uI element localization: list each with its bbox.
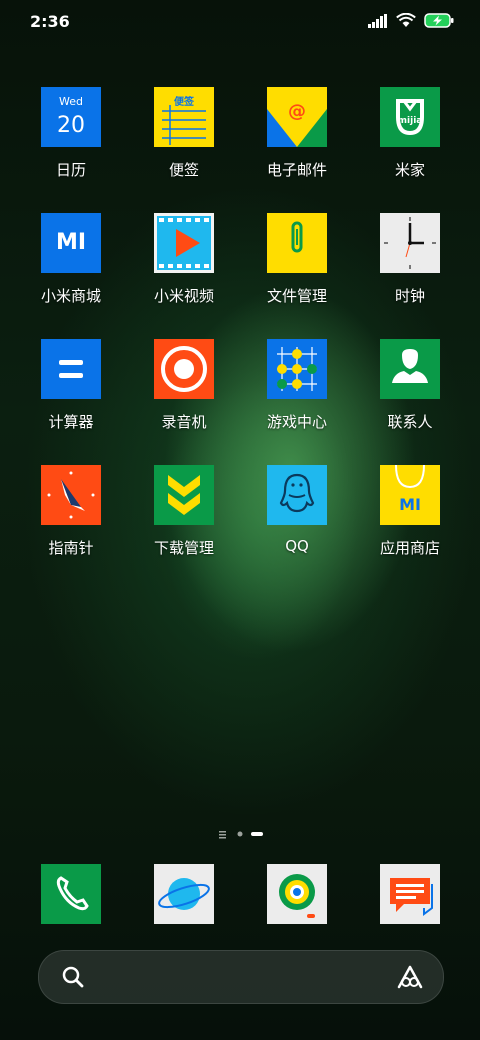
app-label: 日历 bbox=[55, 161, 86, 179]
mijia-tag: mijia bbox=[397, 116, 423, 126]
app-label: 小米商城 bbox=[40, 287, 101, 305]
app-label: 时钟 bbox=[394, 287, 425, 305]
battery-charging-icon bbox=[424, 13, 454, 28]
qq-icon bbox=[267, 465, 327, 525]
status-bar: 2:36 bbox=[0, 0, 480, 42]
contacts-icon bbox=[380, 339, 440, 399]
dock-messages[interactable] bbox=[360, 864, 460, 924]
app-label: 便签 bbox=[168, 161, 199, 179]
dock-camera[interactable] bbox=[247, 864, 347, 924]
calendar-day: Wed bbox=[59, 95, 83, 108]
search-bar[interactable] bbox=[38, 950, 444, 1004]
recorder-icon bbox=[154, 339, 214, 399]
download-icon bbox=[154, 465, 214, 525]
browser-icon bbox=[154, 864, 214, 924]
calendar-icon: Wed 20 bbox=[41, 87, 101, 147]
app-label: 录音机 bbox=[161, 413, 207, 431]
signal-icon bbox=[368, 13, 387, 28]
page-indicator[interactable] bbox=[0, 826, 480, 842]
phone-icon bbox=[41, 864, 101, 924]
app-label: QQ bbox=[285, 537, 309, 555]
app-mi-store[interactable]: MI 小米商城 bbox=[21, 213, 121, 306]
app-label: 联系人 bbox=[387, 413, 433, 431]
app-label: 应用商店 bbox=[379, 539, 440, 557]
app-label: 文件管理 bbox=[266, 287, 327, 305]
app-label: 指南针 bbox=[48, 539, 94, 557]
clock-icon bbox=[380, 213, 440, 273]
notes-tag: 便签 bbox=[174, 97, 194, 108]
app-recorder[interactable]: 录音机 bbox=[134, 339, 234, 432]
notes-icon: 便签 bbox=[154, 87, 214, 147]
calculator-icon bbox=[41, 339, 101, 399]
app-clock[interactable]: 时钟 bbox=[360, 213, 460, 306]
app-compass[interactable]: 指南针 bbox=[21, 465, 121, 558]
file-manager-icon bbox=[267, 213, 327, 273]
game-center-icon bbox=[267, 339, 327, 399]
dock-browser[interactable] bbox=[134, 864, 234, 924]
svg-text:@: @ bbox=[288, 101, 306, 122]
camera-icon bbox=[267, 864, 327, 924]
app-qq[interactable]: QQ bbox=[247, 465, 347, 555]
wifi-icon bbox=[396, 13, 416, 27]
mi-store-icon: MI bbox=[41, 213, 101, 273]
app-label: 下载管理 bbox=[153, 539, 214, 557]
app-calendar[interactable]: Wed 20 日历 bbox=[21, 87, 121, 180]
mi-store-tag: MI bbox=[55, 230, 87, 255]
app-label: 计算器 bbox=[48, 413, 94, 431]
app-contacts[interactable]: 联系人 bbox=[360, 339, 460, 432]
app-calculator[interactable]: 计算器 bbox=[21, 339, 121, 432]
video-icon bbox=[154, 213, 214, 273]
compass-icon bbox=[41, 465, 101, 525]
system-icons bbox=[368, 13, 454, 28]
assistant-icon[interactable] bbox=[397, 965, 423, 989]
app-label: 小米视频 bbox=[153, 287, 214, 305]
app-download[interactable]: 下载管理 bbox=[134, 465, 234, 558]
app-label: 游戏中心 bbox=[266, 413, 327, 431]
status-time: 2:36 bbox=[30, 12, 70, 31]
app-email[interactable]: @ 电子邮件 bbox=[247, 87, 347, 180]
email-icon: @ bbox=[267, 87, 327, 147]
app-label: 电子邮件 bbox=[266, 161, 327, 179]
app-label: 米家 bbox=[394, 161, 425, 179]
app-notes[interactable]: 便签 便签 bbox=[134, 87, 234, 180]
app-mi-video[interactable]: 小米视频 bbox=[134, 213, 234, 306]
app-app-store[interactable]: MI 应用商店 bbox=[360, 465, 460, 558]
app-mijia[interactable]: mijia 米家 bbox=[360, 87, 460, 180]
app-store-tag: MI bbox=[399, 495, 421, 514]
calendar-date: 20 bbox=[57, 113, 85, 138]
app-file-manager[interactable]: 文件管理 bbox=[247, 213, 347, 306]
messages-icon bbox=[380, 864, 440, 924]
mijia-icon: mijia bbox=[380, 87, 440, 147]
app-store-icon: MI bbox=[380, 465, 440, 525]
app-game-center[interactable]: 游戏中心 bbox=[247, 339, 347, 432]
search-icon[interactable] bbox=[61, 965, 85, 989]
dock-phone[interactable] bbox=[21, 864, 121, 924]
